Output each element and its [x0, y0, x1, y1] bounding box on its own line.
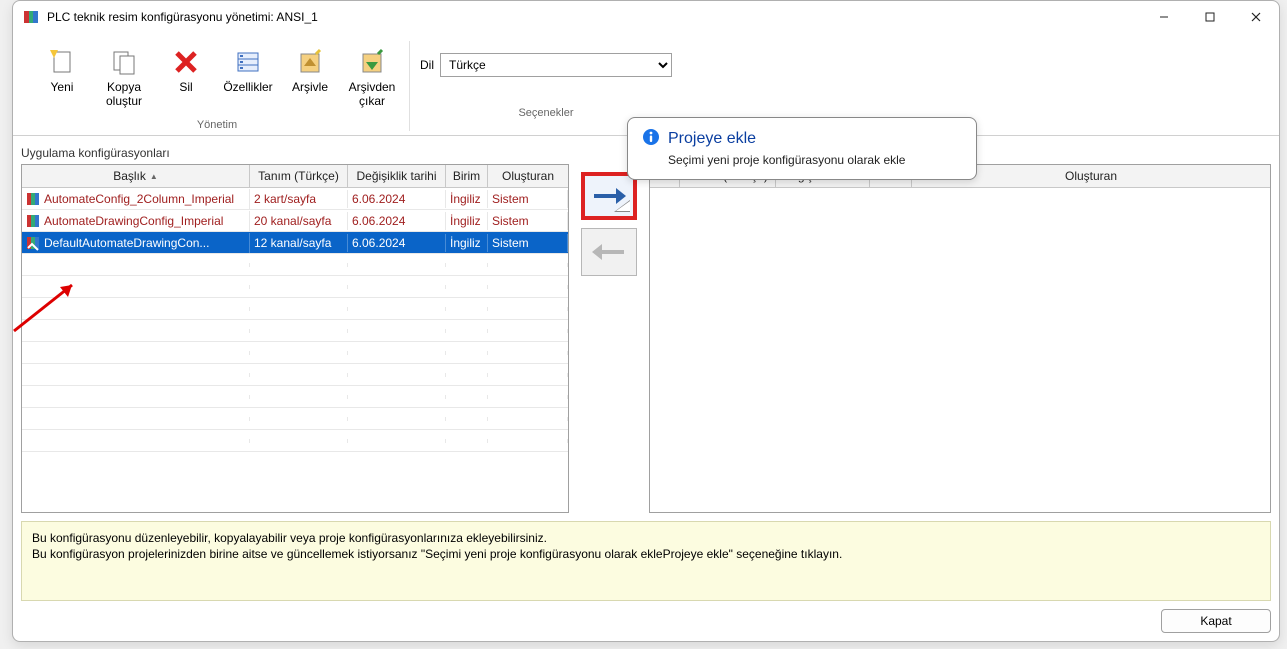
window-title: PLC teknik resim konfigürasyonu yönetimi…	[47, 10, 1141, 24]
new-button[interactable]: Yeni	[35, 41, 89, 113]
table-row-empty	[22, 342, 568, 364]
col-creator[interactable]: Oluşturan	[488, 165, 568, 187]
row-date: 6.06.2024	[348, 212, 446, 230]
row-unit: İngiliz	[446, 212, 488, 230]
row-creator: Sistem	[488, 190, 568, 208]
close-window-button[interactable]	[1233, 1, 1279, 33]
callout-title: Projeye ekle	[668, 130, 756, 148]
unarchive-button[interactable]: Arşivden çıkar	[345, 41, 399, 113]
footer: Kapat	[21, 601, 1271, 633]
archive-button[interactable]: Arşivle	[283, 41, 337, 113]
table-row[interactable]: AutomateDrawingConfig_Imperial 20 kanal/s…	[22, 210, 568, 232]
info-box: Bu konfigürasyonu düzenleyebilir, kopyal…	[21, 521, 1271, 601]
copy-button[interactable]: Kopya oluştur	[97, 41, 151, 113]
left-grid: Başlık▲ Tanım (Türkçe) Değişiklik tarihi…	[21, 164, 569, 513]
col-date[interactable]: Değişiklik tarihi	[348, 165, 446, 187]
col-title[interactable]: Başlık▲	[22, 165, 250, 187]
unarchive-icon	[356, 46, 388, 78]
row-title: AutomateDrawingConfig_Imperial	[44, 214, 223, 228]
col-unit[interactable]: Birim	[446, 165, 488, 187]
info-line-1: Bu konfigürasyonu düzenleyebilir, kopyal…	[32, 530, 1260, 546]
titlebar: PLC teknik resim konfigürasyonu yönetimi…	[13, 1, 1279, 33]
body-area: Uygulama konfigürasyonları Başlık▲ Tanım…	[13, 136, 1279, 641]
callout-desc: Seçimi yeni proje konfigürasyonu olarak …	[668, 153, 962, 167]
left-grid-header: Başlık▲ Tanım (Türkçe) Değişiklik tarihi…	[22, 165, 568, 188]
table-row[interactable]: AutomateConfig_2Column_Imperial 2 kart/sa…	[22, 188, 568, 210]
delete-icon	[170, 46, 202, 78]
right-grid-body	[650, 188, 1270, 512]
maximize-button[interactable]	[1187, 1, 1233, 33]
config-icon	[26, 213, 42, 229]
ribbon-group-options-label: Seçenekler	[518, 107, 573, 119]
language-select[interactable]: Türkçe	[440, 53, 672, 77]
ribbon-group-manage: Yeni Kopya oluştur Sil Özellikler Arşivl…	[25, 41, 410, 131]
properties-button[interactable]: Özellikler	[221, 41, 275, 113]
info-line-2: Bu konfigürasyon projelerinizden birine …	[32, 546, 1260, 562]
table-row-empty	[22, 276, 568, 298]
right-grid: ı..▲ Tanım (Türkçe) Değişiklik tarihi Bi…	[649, 164, 1271, 513]
table-row-empty	[22, 364, 568, 386]
row-date: 6.06.2024	[348, 234, 446, 252]
panes: Başlık▲ Tanım (Türkçe) Değişiklik tarihi…	[21, 164, 1271, 513]
left-grid-body: AutomateConfig_2Column_Imperial 2 kart/sa…	[22, 188, 568, 512]
close-button[interactable]: Kapat	[1161, 609, 1271, 633]
properties-icon	[232, 46, 264, 78]
row-title: DefaultAutomateDrawingCon...	[44, 236, 209, 250]
ribbon-group-manage-label: Yönetim	[197, 119, 237, 131]
app-window: PLC teknik resim konfigürasyonu yönetimi…	[12, 0, 1280, 642]
delete-button[interactable]: Sil	[159, 41, 213, 113]
row-unit: İngiliz	[446, 190, 488, 208]
archive-icon	[294, 46, 326, 78]
remove-from-project-button[interactable]	[581, 228, 637, 276]
table-row[interactable]: DefaultAutomateDrawingCon... 12 kanal/say…	[22, 232, 568, 254]
table-row-empty	[22, 408, 568, 430]
table-row-empty	[22, 386, 568, 408]
new-icon	[46, 46, 78, 78]
row-desc: 20 kanal/sayfa	[250, 212, 348, 230]
table-row-empty	[22, 298, 568, 320]
table-row-empty	[22, 320, 568, 342]
row-title: AutomateConfig_2Column_Imperial	[44, 192, 234, 206]
language-label: Dil	[420, 58, 434, 72]
table-row-empty	[22, 430, 568, 452]
row-creator: Sistem	[488, 212, 568, 230]
col-desc[interactable]: Tanım (Türkçe)	[250, 165, 348, 187]
add-to-project-button[interactable]	[581, 172, 637, 220]
row-date: 6.06.2024	[348, 190, 446, 208]
info-icon	[642, 128, 660, 149]
table-row-empty	[22, 254, 568, 276]
app-icon	[23, 9, 39, 25]
row-desc: 2 kart/sayfa	[250, 190, 348, 208]
row-unit: İngiliz	[446, 234, 488, 252]
config-icon	[26, 191, 42, 207]
minimize-button[interactable]	[1141, 1, 1187, 33]
row-desc: 12 kanal/sayfa	[250, 234, 348, 252]
copy-icon	[108, 46, 140, 78]
transfer-buttons	[577, 164, 641, 513]
config-icon	[26, 235, 42, 251]
row-creator: Sistem	[488, 234, 568, 252]
tooltip-callout: Projeye ekle Seçimi yeni proje konfigüra…	[627, 117, 977, 180]
sort-asc-icon: ▲	[150, 172, 158, 181]
